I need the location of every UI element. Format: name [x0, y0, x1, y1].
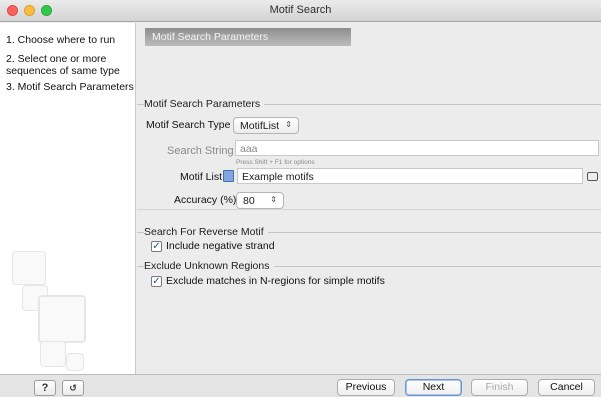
previous-button[interactable]: Previous — [337, 379, 395, 396]
motif-list-file-icon — [223, 170, 234, 182]
motif-search-type-value: MotifList — [240, 120, 280, 132]
accuracy-value: 80 — [243, 195, 255, 207]
include-negative-strand-checkbox[interactable]: ✓ — [151, 241, 162, 252]
next-button[interactable]: Next — [405, 379, 462, 396]
wizard-steps-sidebar: 1. Choose where to run 2. Select one or … — [0, 23, 136, 374]
browse-folder-icon[interactable] — [587, 172, 598, 181]
search-string-label: Search String — [167, 145, 234, 157]
group-label: Search For Reverse Motif — [144, 226, 268, 238]
step-choose-where-to-run[interactable]: 1. Choose where to run — [6, 34, 115, 46]
wizard-button-bar: ? ↺ Previous Next Finish Cancel — [0, 374, 601, 397]
include-negative-strand-label[interactable]: Include negative strand — [166, 240, 275, 252]
motif-list-label: Motif List — [180, 171, 223, 183]
accuracy-stepper[interactable]: 80 ⇕ — [236, 192, 284, 209]
title-bar: Motif Search — [0, 0, 601, 22]
step-select-sequences[interactable]: 2. Select one or more sequences of same … — [6, 53, 134, 77]
motif-search-parameters-group: Motif Search Parameters Motif Search Typ… — [137, 98, 601, 210]
exclude-n-regions-checkbox[interactable]: ✓ — [151, 276, 162, 287]
main-panel: Motif Search Parameters Motif Search Par… — [137, 23, 601, 374]
reverse-motif-group: Search For Reverse Motif ✓ Include negat… — [137, 226, 601, 261]
motif-search-type-label: Motif Search Type — [146, 119, 231, 131]
group-label: Motif Search Parameters — [144, 98, 265, 110]
help-button[interactable]: ? — [34, 380, 56, 396]
accuracy-label: Accuracy (%) — [174, 194, 237, 206]
exclude-unknown-regions-group: Exclude Unknown Regions ✓ Exclude matche… — [137, 260, 601, 316]
search-string-input[interactable]: aaa — [235, 140, 599, 156]
group-label: Exclude Unknown Regions — [144, 260, 274, 272]
exclude-n-regions-label[interactable]: Exclude matches in N-regions for simple … — [166, 275, 385, 287]
step-motif-search-parameters[interactable]: 3. Motif Search Parameters — [6, 81, 134, 93]
motif-list-input[interactable]: Example motifs — [237, 168, 583, 184]
cancel-button[interactable]: Cancel — [538, 379, 595, 396]
stepper-arrows-icon[interactable]: ⇕ — [270, 195, 277, 204]
window-title: Motif Search — [269, 4, 332, 16]
search-string-hint: Press Shift + F1 for options — [236, 159, 315, 166]
section-title: Motif Search Parameters — [145, 28, 351, 46]
select-arrows-icon: ⇕ — [285, 120, 292, 129]
finish-button: Finish — [471, 379, 528, 396]
reset-icon[interactable]: ↺ — [62, 380, 84, 396]
motif-search-type-select[interactable]: MotifList ⇕ — [233, 117, 299, 134]
